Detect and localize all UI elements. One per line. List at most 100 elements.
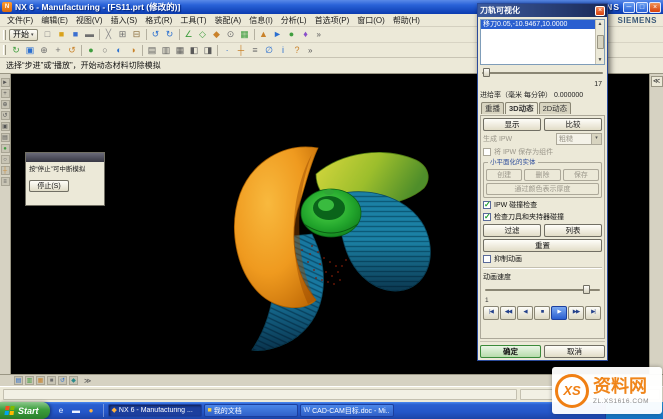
open-icon[interactable]: ■: [55, 28, 69, 41]
wireframe-view-icon[interactable]: ○: [98, 44, 112, 57]
reset-button[interactable]: 重置: [483, 239, 602, 252]
refresh-icon[interactable]: ↻: [9, 44, 23, 57]
ok-button[interactable]: 确定: [480, 345, 541, 358]
animation-speed-slider[interactable]: [483, 284, 602, 295]
generate-ipw-select[interactable]: 粗糙 ▾: [556, 133, 602, 145]
quick-launch-ie-icon[interactable]: e: [55, 404, 68, 417]
task-nx[interactable]: ◆NX 6 - Manufacturing ...: [108, 404, 202, 417]
pattern-feature-icon[interactable]: ▦: [238, 28, 252, 41]
layers-tool-icon[interactable]: ≡: [1, 177, 10, 186]
create-operation-icon[interactable]: ▲: [257, 28, 271, 41]
show-button[interactable]: 显示: [483, 118, 541, 131]
print-icon[interactable]: ▬: [83, 28, 97, 41]
scrollbar-thumb[interactable]: [597, 35, 604, 49]
menu-items-item-10[interactable]: 窗口(O): [353, 15, 389, 26]
collapse-strip-button[interactable]: ≪: [651, 76, 663, 87]
menu-items-item-9[interactable]: 首选项(P): [311, 15, 354, 26]
menu-items-item-6[interactable]: 装配(A): [211, 15, 246, 26]
top-view-icon[interactable]: ▥: [159, 44, 173, 57]
menu-items-item-1[interactable]: 编辑(E): [37, 15, 72, 26]
list-button[interactable]: 列表: [544, 224, 602, 237]
verify-toolpath-icon[interactable]: ●: [285, 28, 299, 41]
sketch-icon[interactable]: ∠: [182, 28, 196, 41]
slider-thumb[interactable]: [583, 285, 590, 294]
reuse-library-icon[interactable]: ■: [47, 376, 56, 385]
generate-toolpath-icon[interactable]: ►: [271, 28, 285, 41]
pan-tool-icon[interactable]: +: [1, 89, 10, 98]
go-to-end-button[interactable]: ▶|: [585, 306, 601, 320]
toolbar-grip[interactable]: [3, 45, 6, 55]
suppress-animation-checkbox[interactable]: [483, 255, 491, 263]
task-my-documents[interactable]: ■我的文档: [204, 404, 298, 417]
step-back-button[interactable]: ◀: [517, 306, 533, 320]
redo-icon[interactable]: ↻: [163, 28, 177, 41]
layer-settings-icon[interactable]: ≡: [248, 44, 262, 57]
menu-items-item-8[interactable]: 分析(L): [277, 15, 311, 26]
go-to-start-button[interactable]: |◀: [483, 306, 499, 320]
minimize-button[interactable]: ─: [623, 2, 635, 13]
cut-icon[interactable]: ╳: [102, 28, 116, 41]
stop-dialog-title-bar[interactable]: [26, 153, 104, 162]
fit-view-icon[interactable]: ▣: [23, 44, 37, 57]
tab-3d-dynamic[interactable]: 3D动态: [505, 102, 538, 114]
hole-icon[interactable]: ⊙: [224, 28, 238, 41]
scroll-down-icon[interactable]: ▼: [598, 57, 603, 63]
extrude-icon[interactable]: ◆: [210, 28, 224, 41]
rotate-tool-icon[interactable]: ↺: [1, 111, 10, 120]
trimetric-view-icon[interactable]: ◨: [201, 44, 215, 57]
undo-icon[interactable]: ↺: [149, 28, 163, 41]
save-icon[interactable]: ■: [69, 28, 83, 41]
machine-tool-icon[interactable]: ♦: [299, 28, 313, 41]
zoom-icon[interactable]: ⊕: [37, 44, 51, 57]
quick-launch-desktop-icon[interactable]: ▬: [70, 404, 83, 417]
toolpath-move-list-selected-item[interactable]: 移刀0.05,-10.9467,10.0000: [481, 20, 604, 29]
paste-icon[interactable]: ⊟: [130, 28, 144, 41]
zoom-tool-icon[interactable]: ⊕: [1, 100, 10, 109]
filter-button[interactable]: 过滤: [483, 224, 541, 237]
fit-tool-icon[interactable]: ▣: [1, 122, 10, 131]
information-icon[interactable]: i: [276, 44, 290, 57]
menu-items-item-4[interactable]: 格式(R): [141, 15, 176, 26]
tab-2d-dynamic[interactable]: 2D动态: [539, 102, 572, 114]
restore-button[interactable]: □: [636, 2, 648, 13]
rewind-button[interactable]: ◀◀: [500, 306, 516, 320]
quick-launch-media-icon[interactable]: ●: [85, 404, 98, 417]
menu-items-item-2[interactable]: 视图(V): [72, 15, 107, 26]
materials-icon[interactable]: ◆: [69, 376, 78, 385]
front-tool-icon[interactable]: ▤: [1, 133, 10, 142]
front-view-icon[interactable]: ▤: [145, 44, 159, 57]
menu-items-item-5[interactable]: 工具(T): [176, 15, 210, 26]
shaded-view-icon[interactable]: ●: [84, 44, 98, 57]
holder-collision-checkbox[interactable]: ✓: [483, 213, 491, 221]
toolbar-overflow-chevron[interactable]: »: [317, 30, 321, 39]
stop-button[interactable]: 停止(S): [29, 180, 69, 192]
shaded-tool-icon[interactable]: ●: [1, 144, 10, 153]
wcs-icon[interactable]: ┼: [234, 44, 248, 57]
close-button[interactable]: ×: [649, 2, 661, 13]
part-navigator-icon[interactable]: ▥: [25, 376, 34, 385]
ipw-collision-checkbox[interactable]: ✓: [483, 201, 491, 209]
menu-items-item-0[interactable]: 文件(F): [3, 15, 37, 26]
play-button[interactable]: ▶: [551, 306, 567, 320]
dialog-title-bar[interactable]: 刀轨可视化 ×: [478, 4, 607, 17]
cancel-button[interactable]: 取消: [544, 345, 605, 358]
isometric-view-icon[interactable]: ◧: [187, 44, 201, 57]
snap-point-icon[interactable]: ∙: [220, 44, 234, 57]
replay-position-slider[interactable]: [480, 67, 605, 78]
compare-button[interactable]: 比较: [544, 118, 602, 131]
list-scrollbar[interactable]: ▲ ▼: [595, 20, 604, 64]
help-icon[interactable]: ?: [290, 44, 304, 57]
toolbar-overflow-chevron[interactable]: »: [308, 46, 312, 55]
copy-icon[interactable]: ⊞: [116, 28, 130, 41]
wcs-tool-icon[interactable]: ┼: [1, 166, 10, 175]
task-word-doc[interactable]: WCAD-CAM目标.doc - Mi...: [300, 404, 394, 417]
history-icon[interactable]: ↺: [58, 376, 67, 385]
menu-items-item-11[interactable]: 帮助(H): [389, 15, 424, 26]
select-tool-icon[interactable]: ►: [1, 78, 10, 87]
operation-navigator-icon[interactable]: ▦: [36, 376, 45, 385]
start-button[interactable]: Start: [0, 402, 50, 419]
menu-items-item-7[interactable]: 信息(I): [245, 15, 277, 26]
studio-render-icon[interactable]: ◐: [112, 44, 126, 57]
datum-plane-icon[interactable]: ◇: [196, 28, 210, 41]
dock-overflow-chevron[interactable]: ≫: [84, 377, 91, 385]
